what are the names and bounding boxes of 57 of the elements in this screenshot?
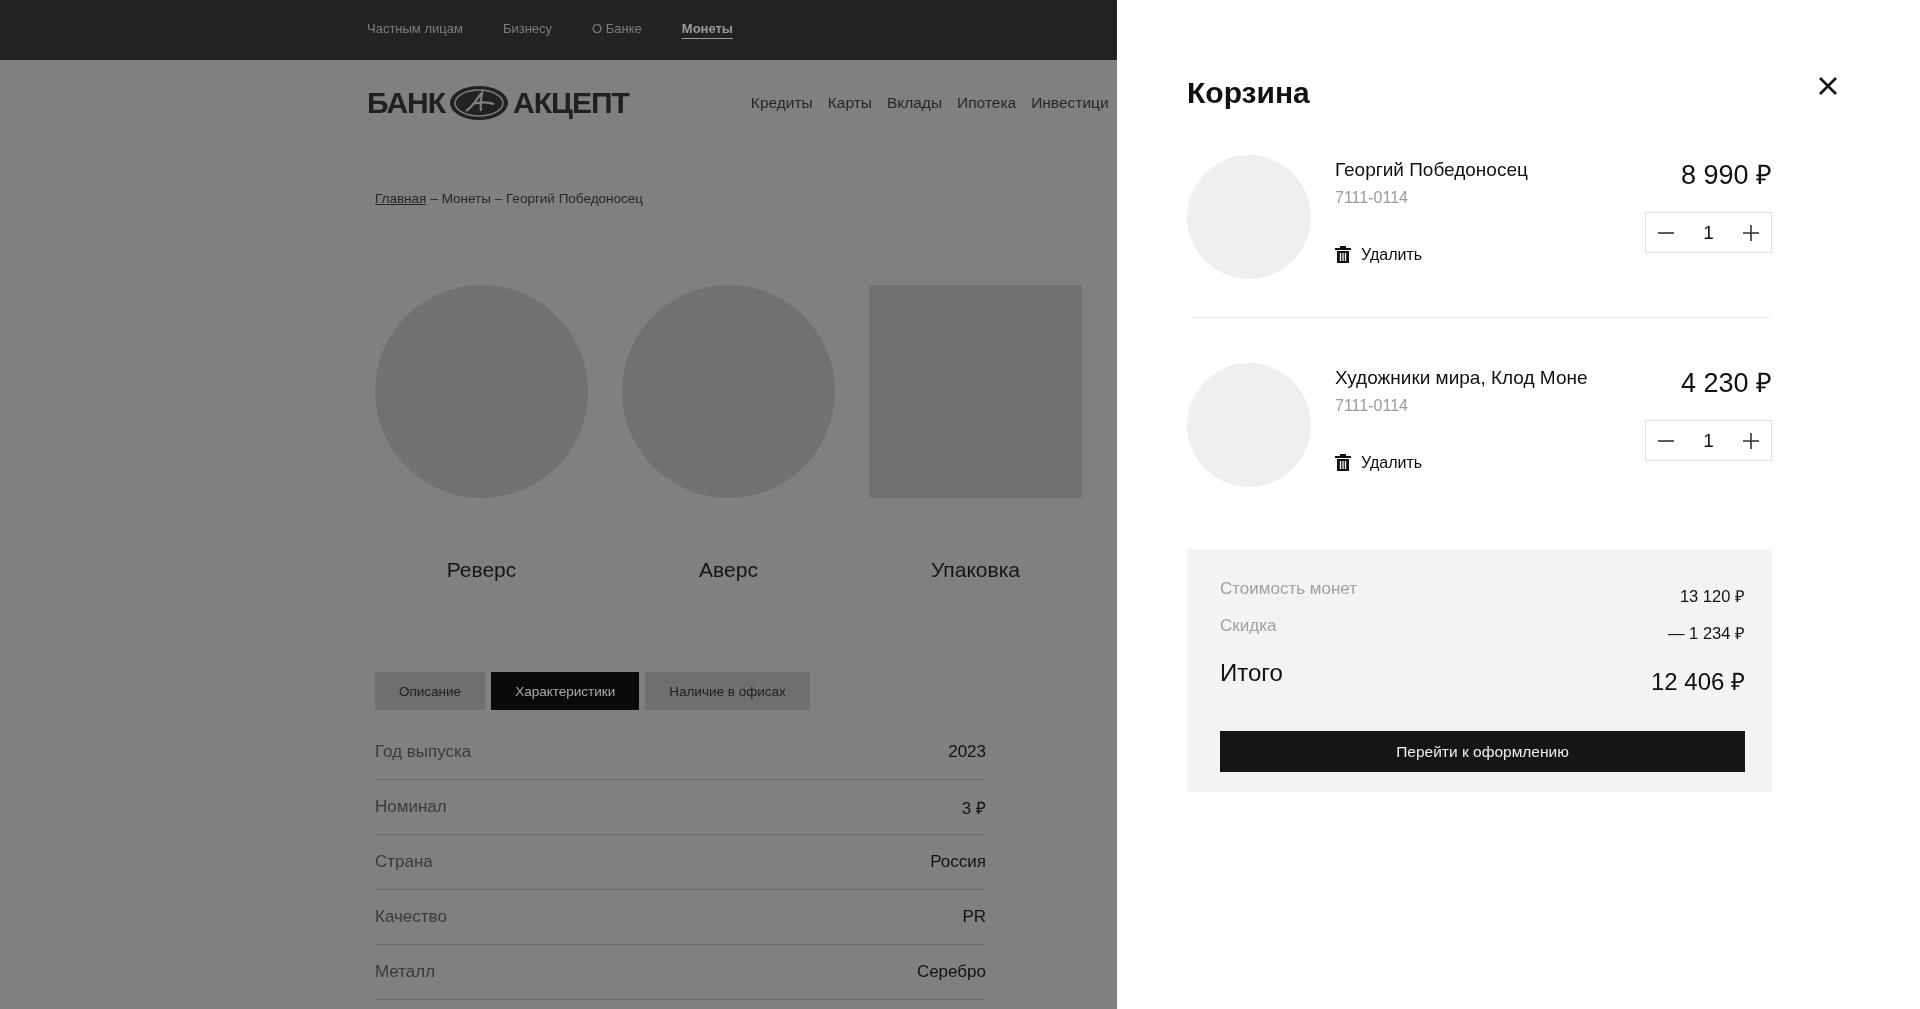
main-nav-link[interactable]: Кредиты — [750, 94, 813, 112]
spec-name: Страна — [375, 852, 433, 872]
item-name: Художники мира, Клод Моне — [1335, 367, 1589, 389]
item-price: 8 990 ₽ — [1680, 159, 1772, 192]
summary-label: Скидка — [1220, 616, 1277, 637]
main-nav-link[interactable]: Вклады — [886, 94, 943, 112]
main-nav-link[interactable]: Ипотека — [957, 94, 1017, 112]
plus-icon[interactable] — [1743, 432, 1759, 449]
image-caption: Реверс — [446, 558, 517, 582]
trash-icon[interactable] — [1335, 453, 1351, 472]
plus-icon[interactable] — [1743, 224, 1759, 241]
minus-icon[interactable] — [1658, 439, 1674, 442]
top-nav-link[interactable]: О Банке — [592, 21, 642, 39]
logo-icon — [448, 84, 511, 122]
trash-icon[interactable] — [1335, 245, 1351, 264]
spec-name: Качество — [375, 907, 447, 927]
checkout-button[interactable]: Перейти к оформлению — [1220, 731, 1745, 772]
item-price: 4 230 ₽ — [1680, 367, 1772, 400]
minus-icon[interactable] — [1658, 231, 1674, 234]
logo-text: АКЦЕПТ — [513, 86, 629, 120]
top-nav-link[interactable]: Бизнесу — [502, 21, 553, 39]
spec-value: Россия — [930, 852, 986, 872]
tab[interactable]: Описание — [375, 672, 486, 710]
spec-value: Серебро — [916, 962, 986, 982]
item-code: 7111-0114 — [1335, 397, 1409, 415]
top-nav-link[interactable]: Частным лицам — [367, 21, 463, 39]
quantity-stepper[interactable]: 1 — [1645, 212, 1772, 253]
item-code: 7111-0114 — [1335, 189, 1409, 207]
quantity-value: 1 — [1703, 429, 1714, 452]
quantity-stepper[interactable]: 1 — [1645, 420, 1772, 461]
top-nav-link[interactable]: Монеты — [681, 21, 733, 39]
tab[interactable]: Наличие в офисах — [645, 672, 810, 710]
total-value: 12 406 ₽ — [1650, 667, 1745, 697]
summary-label: Стоимость монет — [1220, 579, 1358, 600]
spec-value: PR — [962, 907, 986, 927]
spec-name: Металл — [375, 962, 436, 982]
close-icon[interactable] — [1818, 76, 1838, 96]
image-caption: Упаковка — [930, 558, 1020, 582]
logo-text: БАНК — [367, 86, 446, 120]
spec-value: 3 ₽ — [961, 797, 986, 819]
item-name: Георгий Победоносец — [1335, 159, 1529, 181]
quantity-value: 1 — [1703, 221, 1714, 244]
cart-title: Корзина — [1187, 76, 1310, 110]
total-label: Итого — [1220, 659, 1283, 688]
summary-value: — 1 234 ₽ — [1668, 623, 1745, 644]
main-nav-link[interactable]: Инвестици — [1031, 94, 1109, 112]
delete-link[interactable]: Удалить — [1361, 245, 1423, 264]
breadcrumb-text: – Монеты – Георгий Победоносец — [430, 191, 643, 206]
spec-value: 2023 — [948, 742, 986, 762]
image-caption: Аверс — [699, 558, 758, 582]
breadcrumb-link[interactable]: Главная — [375, 191, 427, 206]
tab[interactable]: Характеристики — [491, 672, 640, 710]
main-nav-link[interactable]: Карты — [827, 94, 872, 112]
delete-link[interactable]: Удалить — [1361, 453, 1423, 472]
spec-name: Номинал — [375, 797, 447, 817]
spec-name: Год выпуска — [375, 742, 472, 762]
summary-value: 13 120 ₽ — [1679, 586, 1745, 607]
